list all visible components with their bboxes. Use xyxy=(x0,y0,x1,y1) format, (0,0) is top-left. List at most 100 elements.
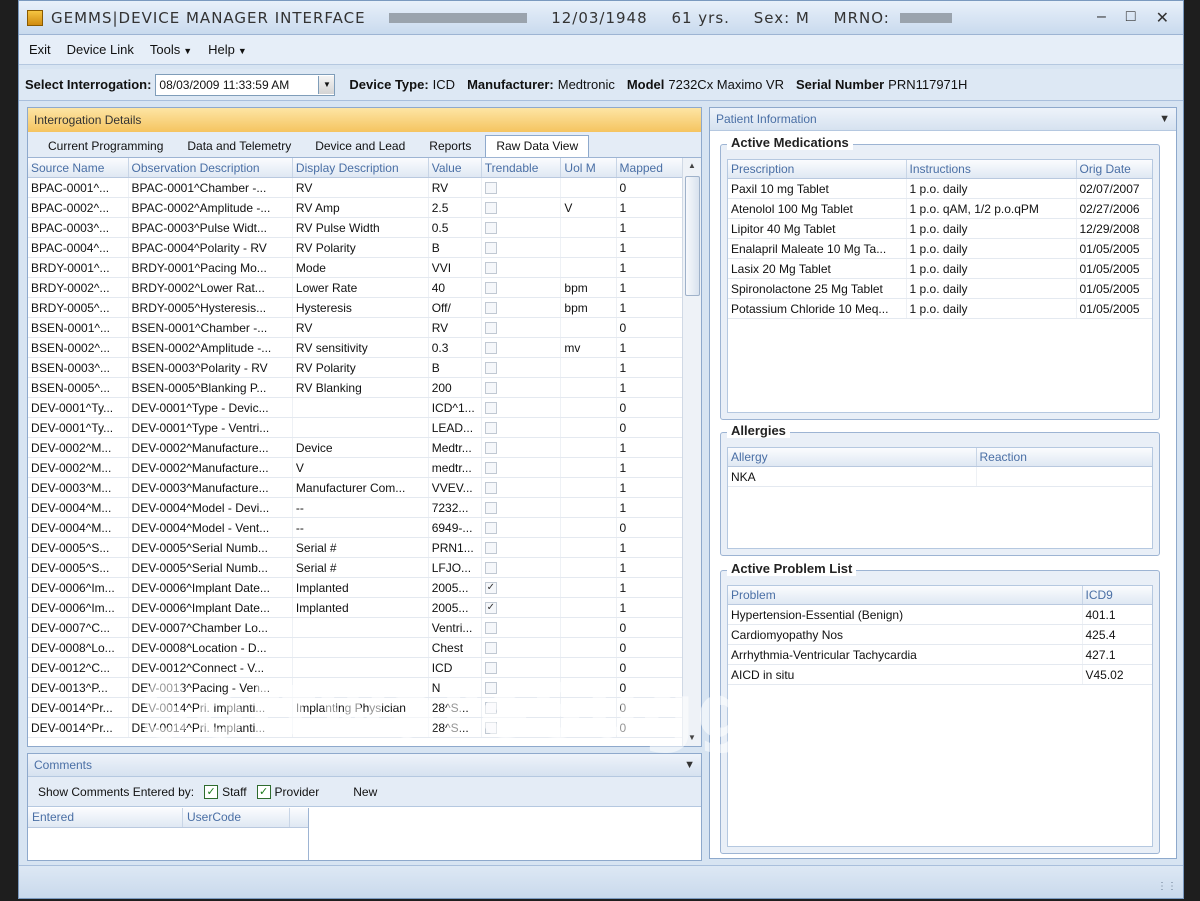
column-header[interactable]: Source Name xyxy=(28,158,129,178)
table-row[interactable]: BSEN-0003^... BSEN-0003^Polarity - RV RV P… xyxy=(28,357,684,378)
table-row[interactable]: BSEN-0002^... BSEN-0002^Amplitude -... RV … xyxy=(28,337,684,358)
interrogation-select[interactable]: 08/03/2009 11:33:59 AM ▼ xyxy=(155,73,336,96)
table-row[interactable]: DEV-0007^C... DEV-0007^Chamber Lo... Ventr… xyxy=(28,617,684,638)
tab-raw-data-view[interactable]: Raw Data View xyxy=(485,135,590,157)
table-row[interactable]: DEV-0001^Ty... DEV-0001^Type - Devic... IC… xyxy=(28,397,684,418)
menu-device-link[interactable]: Device Link xyxy=(67,42,134,57)
table-row[interactable]: Atenolol 100 Mg Tablet 1 p.o. qAM, 1/2 p.… xyxy=(728,198,1152,219)
table-row[interactable]: Lasix 20 Mg Tablet 1 p.o. daily 01/05/2005 xyxy=(728,258,1152,279)
menu-help[interactable]: Help ▼ xyxy=(208,42,247,57)
table-row[interactable]: DEV-0014^Pr... DEV-0014^Pri. Implanti... 2… xyxy=(28,717,684,738)
scroll-up-icon[interactable]: ▲ xyxy=(683,158,701,174)
table-row[interactable]: Enalapril Maleate 10 Mg Ta... 1 p.o. dail… xyxy=(728,238,1152,259)
tab-device-and-lead[interactable]: Device and Lead xyxy=(305,136,415,157)
tab-reports[interactable]: Reports xyxy=(419,136,481,157)
trendable-checkbox[interactable] xyxy=(484,622,497,635)
resize-grip-icon[interactable]: ⋮⋮ xyxy=(1157,881,1177,892)
tab-data-and-telemetry[interactable]: Data and Telemetry xyxy=(177,136,301,157)
trendable-checkbox[interactable] xyxy=(484,482,497,495)
column-header[interactable]: Value xyxy=(428,158,482,178)
table-row[interactable]: Lipitor 40 Mg Tablet 1 p.o. daily 12/29/20… xyxy=(728,218,1152,239)
trendable-checkbox[interactable] xyxy=(484,722,497,735)
provider-checkbox[interactable]: ✓ xyxy=(256,784,271,799)
table-row[interactable]: DEV-0008^Lo... DEV-0008^Location - D... Ch… xyxy=(28,637,684,658)
trendable-checkbox[interactable] xyxy=(484,422,497,435)
table-row[interactable]: DEV-0006^Im... DEV-0006^Implant Date... Im… xyxy=(28,577,684,598)
new-comment-button[interactable]: New xyxy=(353,785,377,799)
table-row[interactable]: BRDY-0002^... BRDY-0002^Lower Rat... Lower… xyxy=(28,277,684,298)
trendable-checkbox[interactable] xyxy=(484,202,497,215)
pin-icon[interactable]: ▼ xyxy=(1159,113,1170,125)
minimize-icon[interactable]: – xyxy=(1097,8,1106,28)
trendable-checkbox[interactable] xyxy=(484,462,497,475)
table-row[interactable]: Hypertension-Essential (Benign) 401.1 xyxy=(728,604,1152,625)
table-row[interactable]: Paxil 10 mg Tablet 1 p.o. daily 02/07/2007 xyxy=(728,178,1152,199)
table-row[interactable]: DEV-0005^S... DEV-0005^Serial Numb... Seri… xyxy=(28,557,684,578)
trendable-checkbox[interactable] xyxy=(484,262,497,275)
column-header[interactable]: ICD9 xyxy=(1082,586,1152,605)
trendable-checkbox[interactable] xyxy=(484,302,497,315)
table-row[interactable]: NKA xyxy=(728,466,1152,487)
table-row[interactable]: DEV-0013^P... DEV-0013^Pacing - Ven... N 0 xyxy=(28,677,684,698)
table-row[interactable]: DEV-0002^M... DEV-0002^Manufacture... Vmed… xyxy=(28,457,684,478)
table-row[interactable]: DEV-0002^M... DEV-0002^Manufacture... Devi… xyxy=(28,437,684,458)
column-header[interactable]: Mapped xyxy=(616,158,684,178)
table-row[interactable]: Potassium Chloride 10 Meq... 1 p.o. daily… xyxy=(728,298,1152,319)
trendable-checkbox[interactable] xyxy=(484,242,497,255)
menu-exit[interactable]: Exit xyxy=(29,42,51,57)
close-icon[interactable]: ✕ xyxy=(1156,8,1169,28)
trendable-checkbox[interactable] xyxy=(484,522,497,535)
table-row[interactable]: Arrhythmia-Ventricular Tachycardia 427.1 xyxy=(728,644,1152,665)
chevron-down-icon[interactable]: ▼ xyxy=(318,75,335,94)
column-header[interactable]: Instructions xyxy=(906,160,1077,179)
trendable-checkbox[interactable] xyxy=(484,402,497,415)
column-header[interactable]: Trendable xyxy=(481,158,562,178)
table-row[interactable]: DEV-0003^M... DEV-0003^Manufacture... Manu… xyxy=(28,477,684,498)
table-row[interactable]: DEV-0005^S... DEV-0005^Serial Numb... Seri… xyxy=(28,537,684,558)
menu-tools[interactable]: Tools ▼ xyxy=(150,42,192,57)
table-row[interactable]: BPAC-0004^... BPAC-0004^Polarity - RV RV P… xyxy=(28,237,684,258)
staff-checkbox[interactable]: ✓ xyxy=(204,784,219,799)
trendable-checkbox[interactable] xyxy=(484,542,497,555)
table-row[interactable]: Cardiomyopathy Nos 425.4 xyxy=(728,624,1152,645)
trendable-checkbox[interactable] xyxy=(484,442,497,455)
column-header[interactable]: Observation Description xyxy=(128,158,293,178)
column-header[interactable]: Orig Date xyxy=(1076,160,1152,179)
table-row[interactable]: AICD in situ V45.02 xyxy=(728,664,1152,685)
trendable-checkbox[interactable] xyxy=(484,282,497,295)
trendable-checkbox[interactable] xyxy=(484,322,497,335)
table-row[interactable]: BRDY-0005^... BRDY-0005^Hysteresis... Hyst… xyxy=(28,297,684,318)
table-row[interactable]: BRDY-0001^... BRDY-0001^Pacing Mo... Mode V… xyxy=(28,257,684,278)
tab-current-programming[interactable]: Current Programming xyxy=(38,136,173,157)
scroll-thumb[interactable] xyxy=(685,176,700,296)
vertical-scrollbar[interactable]: ▲ ▼ xyxy=(682,158,701,746)
trendable-checkbox[interactable] xyxy=(484,362,497,375)
trendable-checkbox[interactable] xyxy=(484,502,497,515)
trendable-checkbox[interactable] xyxy=(484,642,497,655)
column-header[interactable]: Display Description xyxy=(292,158,429,178)
table-row[interactable]: BPAC-0001^... BPAC-0001^Chamber -... RV RV 0 xyxy=(28,177,684,198)
table-row[interactable]: BPAC-0002^... BPAC-0002^Amplitude -... RV … xyxy=(28,197,684,218)
trendable-checkbox[interactable] xyxy=(484,662,497,675)
table-row[interactable]: BSEN-0005^... BSEN-0005^Blanking P... RV B… xyxy=(28,377,684,398)
table-row[interactable]: BPAC-0003^... BPAC-0003^Pulse Widt... RV P… xyxy=(28,217,684,238)
trendable-checkbox[interactable] xyxy=(484,682,497,695)
scroll-down-icon[interactable]: ▼ xyxy=(683,730,701,746)
pin-icon[interactable]: ▼ xyxy=(684,759,695,771)
table-row[interactable]: Spironolactone 25 Mg Tablet 1 p.o. daily 0… xyxy=(728,278,1152,299)
trendable-checkbox[interactable] xyxy=(484,342,497,355)
trendable-checkbox[interactable]: ✓ xyxy=(484,602,497,615)
column-header[interactable]: Prescription xyxy=(728,160,907,179)
column-header[interactable]: Uol M xyxy=(560,158,617,178)
maximize-icon[interactable]: □ xyxy=(1126,8,1136,28)
table-row[interactable]: DEV-0006^Im... DEV-0006^Implant Date... Im… xyxy=(28,597,684,618)
trendable-checkbox[interactable] xyxy=(484,702,497,715)
trendable-checkbox[interactable] xyxy=(484,222,497,235)
trendable-checkbox[interactable]: ✓ xyxy=(484,582,497,595)
column-header[interactable]: Allergy xyxy=(728,448,977,467)
column-header[interactable]: Problem xyxy=(728,586,1083,605)
trendable-checkbox[interactable] xyxy=(484,182,497,195)
trendable-checkbox[interactable] xyxy=(484,382,497,395)
table-row[interactable]: BSEN-0001^... BSEN-0001^Chamber -... RV RV 0 xyxy=(28,317,684,338)
table-row[interactable]: DEV-0014^Pr... DEV-0014^Pri. Implanti... I… xyxy=(28,697,684,718)
